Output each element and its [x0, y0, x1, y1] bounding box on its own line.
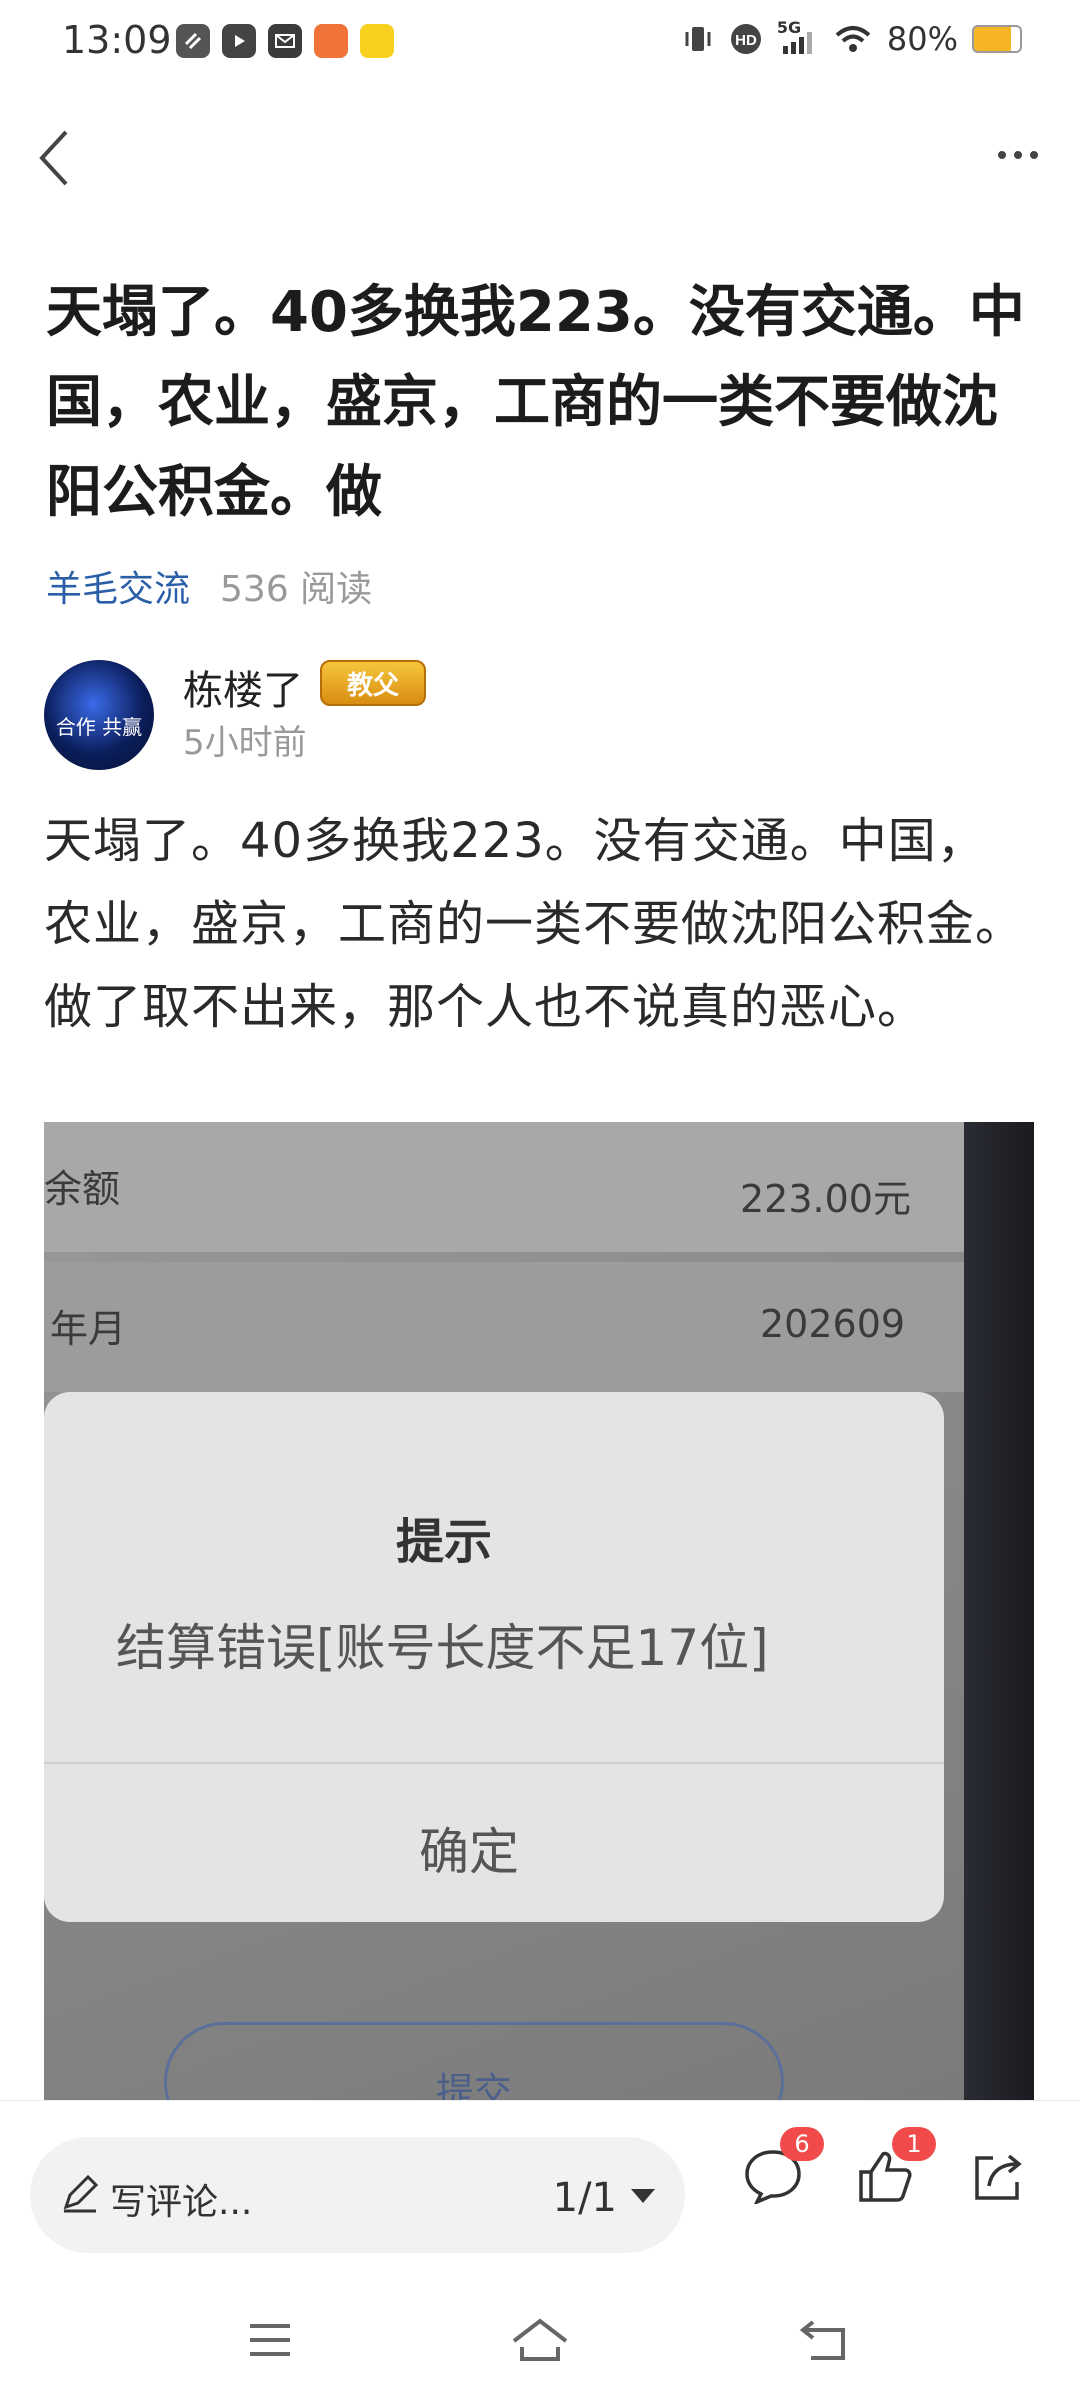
more-icon-dot [1030, 151, 1038, 159]
share-icon [975, 2154, 1022, 2200]
app-icon-3 [268, 24, 302, 58]
signal-icon: 5G [777, 18, 819, 56]
app-icon-1 [176, 24, 210, 58]
back-nav-button[interactable] [794, 2310, 854, 2370]
battery-fill [974, 27, 1011, 51]
like-count-badge: 1 [892, 2127, 936, 2161]
more-icon-dot [1014, 151, 1022, 159]
photo-balance-label: 余额 [44, 1167, 121, 1211]
read-count: 536 阅读 [220, 569, 373, 610]
status-bar: 13:09 HD 5G 80% [0, 0, 1080, 90]
status-time: 13:09 [62, 18, 172, 62]
author-avatar[interactable]: 合作 共赢 [44, 660, 154, 770]
post-body: 天塌了。40多换我223。没有交通。中国，农业，盛京，工商的一类不要做沈阳公积金… [44, 813, 1025, 1035]
more-options-button[interactable] [978, 130, 1058, 180]
dialog-message: 结算错误[账号长度不足17位] [116, 1619, 769, 1677]
comment-placeholder: 写评论... [110, 2182, 253, 2223]
hd-icon: HD [730, 24, 761, 54]
action-bar: 写评论... 1/1 6 1 [0, 2100, 1080, 2253]
post-time: 5小时前 [183, 723, 307, 763]
photo-month-label: 年月 [50, 1307, 127, 1351]
home-button[interactable] [510, 2310, 570, 2370]
dialog-divider [44, 1762, 944, 1764]
photo-device-edge [964, 1122, 1034, 2102]
battery-percent: 80% [886, 20, 958, 58]
photo-submit-button: 提交 [164, 2022, 784, 2102]
dialog-title: 提示 [395, 1514, 492, 1570]
battery-icon [972, 25, 1022, 53]
home-icon [512, 2318, 568, 2361]
recent-apps-button[interactable] [240, 2310, 300, 2370]
app-icon-5 [360, 24, 394, 58]
dialog-confirm: 确定 [419, 1823, 519, 1881]
caret-down-icon[interactable] [631, 2189, 655, 2203]
svg-text:HD: HD [735, 32, 757, 49]
comment-input[interactable]: 写评论... 1/1 [30, 2137, 685, 2253]
back-arrow-icon [799, 2320, 845, 2360]
chevron-left-icon [39, 130, 68, 186]
status-app-icons [176, 24, 394, 58]
page-indicator[interactable]: 1/1 [553, 2175, 617, 2221]
pencil-icon [63, 2174, 99, 2213]
comment-count-badge: 6 [780, 2127, 824, 2161]
menu-icon [250, 2324, 290, 2356]
photo-dialog: 提示 结算错误[账号长度不足17位] 确定 [44, 1392, 944, 1922]
post-image[interactable]: 余额 223.00元 年月 202609 提示 结算错误[账号长度不足17位] … [44, 1122, 1034, 2102]
post-page: 13:09 HD 5G 80% 天塌了。40多换我223。没有交通。中国，农业，… [0, 0, 1080, 2408]
wifi-icon [835, 26, 871, 52]
system-nav-bar [0, 2270, 1080, 2408]
channel-link[interactable]: 羊毛交流 [46, 560, 190, 612]
app-icon-4 [314, 24, 348, 58]
author-name[interactable]: 栋楼了 [183, 658, 303, 716]
post-title: 天塌了。40多换我223。没有交通。中国，农业，盛京，工商的一类不要做沈阳公积金… [46, 280, 1025, 525]
back-button[interactable] [24, 118, 84, 198]
status-indicators: HD 5G 80% [681, 18, 1022, 58]
like-button[interactable]: 1 [850, 2127, 936, 2211]
share-button[interactable] [962, 2141, 1032, 2211]
author-badge: 教父 [320, 660, 426, 706]
avatar-text: 合作 共赢 [55, 715, 143, 739]
more-icon [998, 151, 1006, 159]
comment-button[interactable]: 6 [738, 2127, 824, 2211]
photo-balance-value: 223.00元 [740, 1177, 911, 1221]
post-meta: 羊毛交流 536 阅读 [46, 560, 372, 612]
vibrate-icon [685, 27, 711, 51]
photo-month-value: 202609 [760, 1302, 906, 1346]
app-icon-2 [222, 24, 256, 58]
photo-submit-label: 提交 [435, 2070, 512, 2102]
